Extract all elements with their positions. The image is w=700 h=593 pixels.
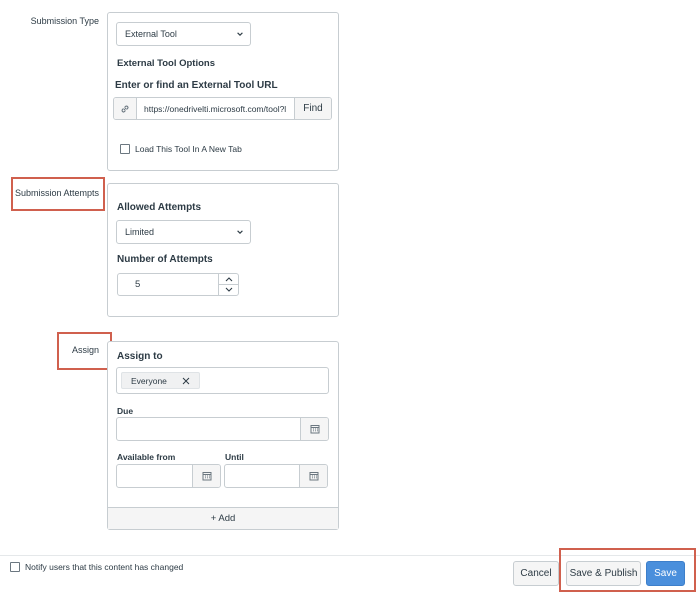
chevron-down-icon: [225, 287, 232, 292]
notify-users-label: Notify users that this content has chang…: [25, 562, 184, 572]
number-of-attempts-heading: Number of Attempts: [117, 254, 213, 265]
close-icon[interactable]: [182, 377, 190, 385]
until-input[interactable]: [225, 465, 299, 487]
allowed-attempts-select[interactable]: Limited: [116, 220, 251, 244]
number-of-attempts-input[interactable]: 5: [118, 274, 218, 295]
available-from-label: Available from: [117, 452, 176, 462]
until-group: [224, 464, 328, 488]
allowed-attempts-value: Limited: [125, 227, 155, 237]
due-date-group: [116, 417, 329, 441]
notify-users-option[interactable]: Notify users that this content has chang…: [10, 562, 183, 572]
find-button[interactable]: Find: [294, 98, 331, 119]
add-assignment-button[interactable]: + Add: [108, 507, 338, 529]
available-from-calendar-button[interactable]: [192, 465, 220, 487]
increment-button[interactable]: [219, 274, 238, 285]
new-tab-label: Load This Tool In A New Tab: [135, 144, 242, 154]
new-tab-checkbox[interactable]: [120, 144, 130, 154]
until-calendar-button[interactable]: [299, 465, 327, 487]
assignee-tag-label: Everyone: [131, 375, 167, 386]
submission-type-label: Submission Type: [30, 16, 99, 26]
until-label: Until: [225, 452, 244, 462]
link-icon: [114, 98, 137, 119]
external-tool-url-heading: Enter or find an External Tool URL: [115, 80, 278, 91]
assign-to-heading: Assign to: [117, 351, 163, 362]
available-from-group: [116, 464, 221, 488]
new-tab-option[interactable]: Load This Tool In A New Tab: [120, 144, 242, 154]
save-and-publish-button[interactable]: Save & Publish: [566, 561, 641, 586]
due-date-input[interactable]: [117, 418, 300, 440]
chevron-down-icon: [237, 32, 243, 36]
available-from-input[interactable]: [117, 465, 192, 487]
due-calendar-button[interactable]: [300, 418, 328, 440]
due-label: Due: [117, 406, 134, 416]
save-button[interactable]: Save: [646, 561, 685, 586]
chevron-down-icon: [237, 230, 243, 234]
calendar-icon: [309, 472, 318, 481]
notify-users-checkbox[interactable]: [10, 562, 20, 572]
cancel-button[interactable]: Cancel: [513, 561, 559, 586]
assignment-edit-page: Submission Type External Tool External T…: [0, 0, 700, 593]
calendar-icon: [310, 425, 319, 434]
external-tool-url-group: https://onedrivelti.microsoft.com/tool?l…: [113, 97, 332, 120]
chevron-up-icon: [225, 277, 232, 282]
assignee-tag: Everyone: [121, 372, 200, 389]
submission-type-select[interactable]: External Tool: [116, 22, 251, 46]
allowed-attempts-heading: Allowed Attempts: [117, 202, 202, 213]
stepper-controls: [218, 274, 238, 295]
external-tool-options-heading: External Tool Options: [117, 58, 215, 69]
number-of-attempts-stepper: 5: [117, 273, 239, 296]
decrement-button[interactable]: [219, 285, 238, 295]
calendar-icon: [202, 472, 211, 481]
submission-type-value: External Tool: [125, 29, 177, 39]
external-tool-url-input[interactable]: https://onedrivelti.microsoft.com/tool?l: [137, 98, 294, 119]
submission-attempts-label: Submission Attempts: [15, 188, 100, 198]
assign-label: Assign: [71, 345, 99, 355]
